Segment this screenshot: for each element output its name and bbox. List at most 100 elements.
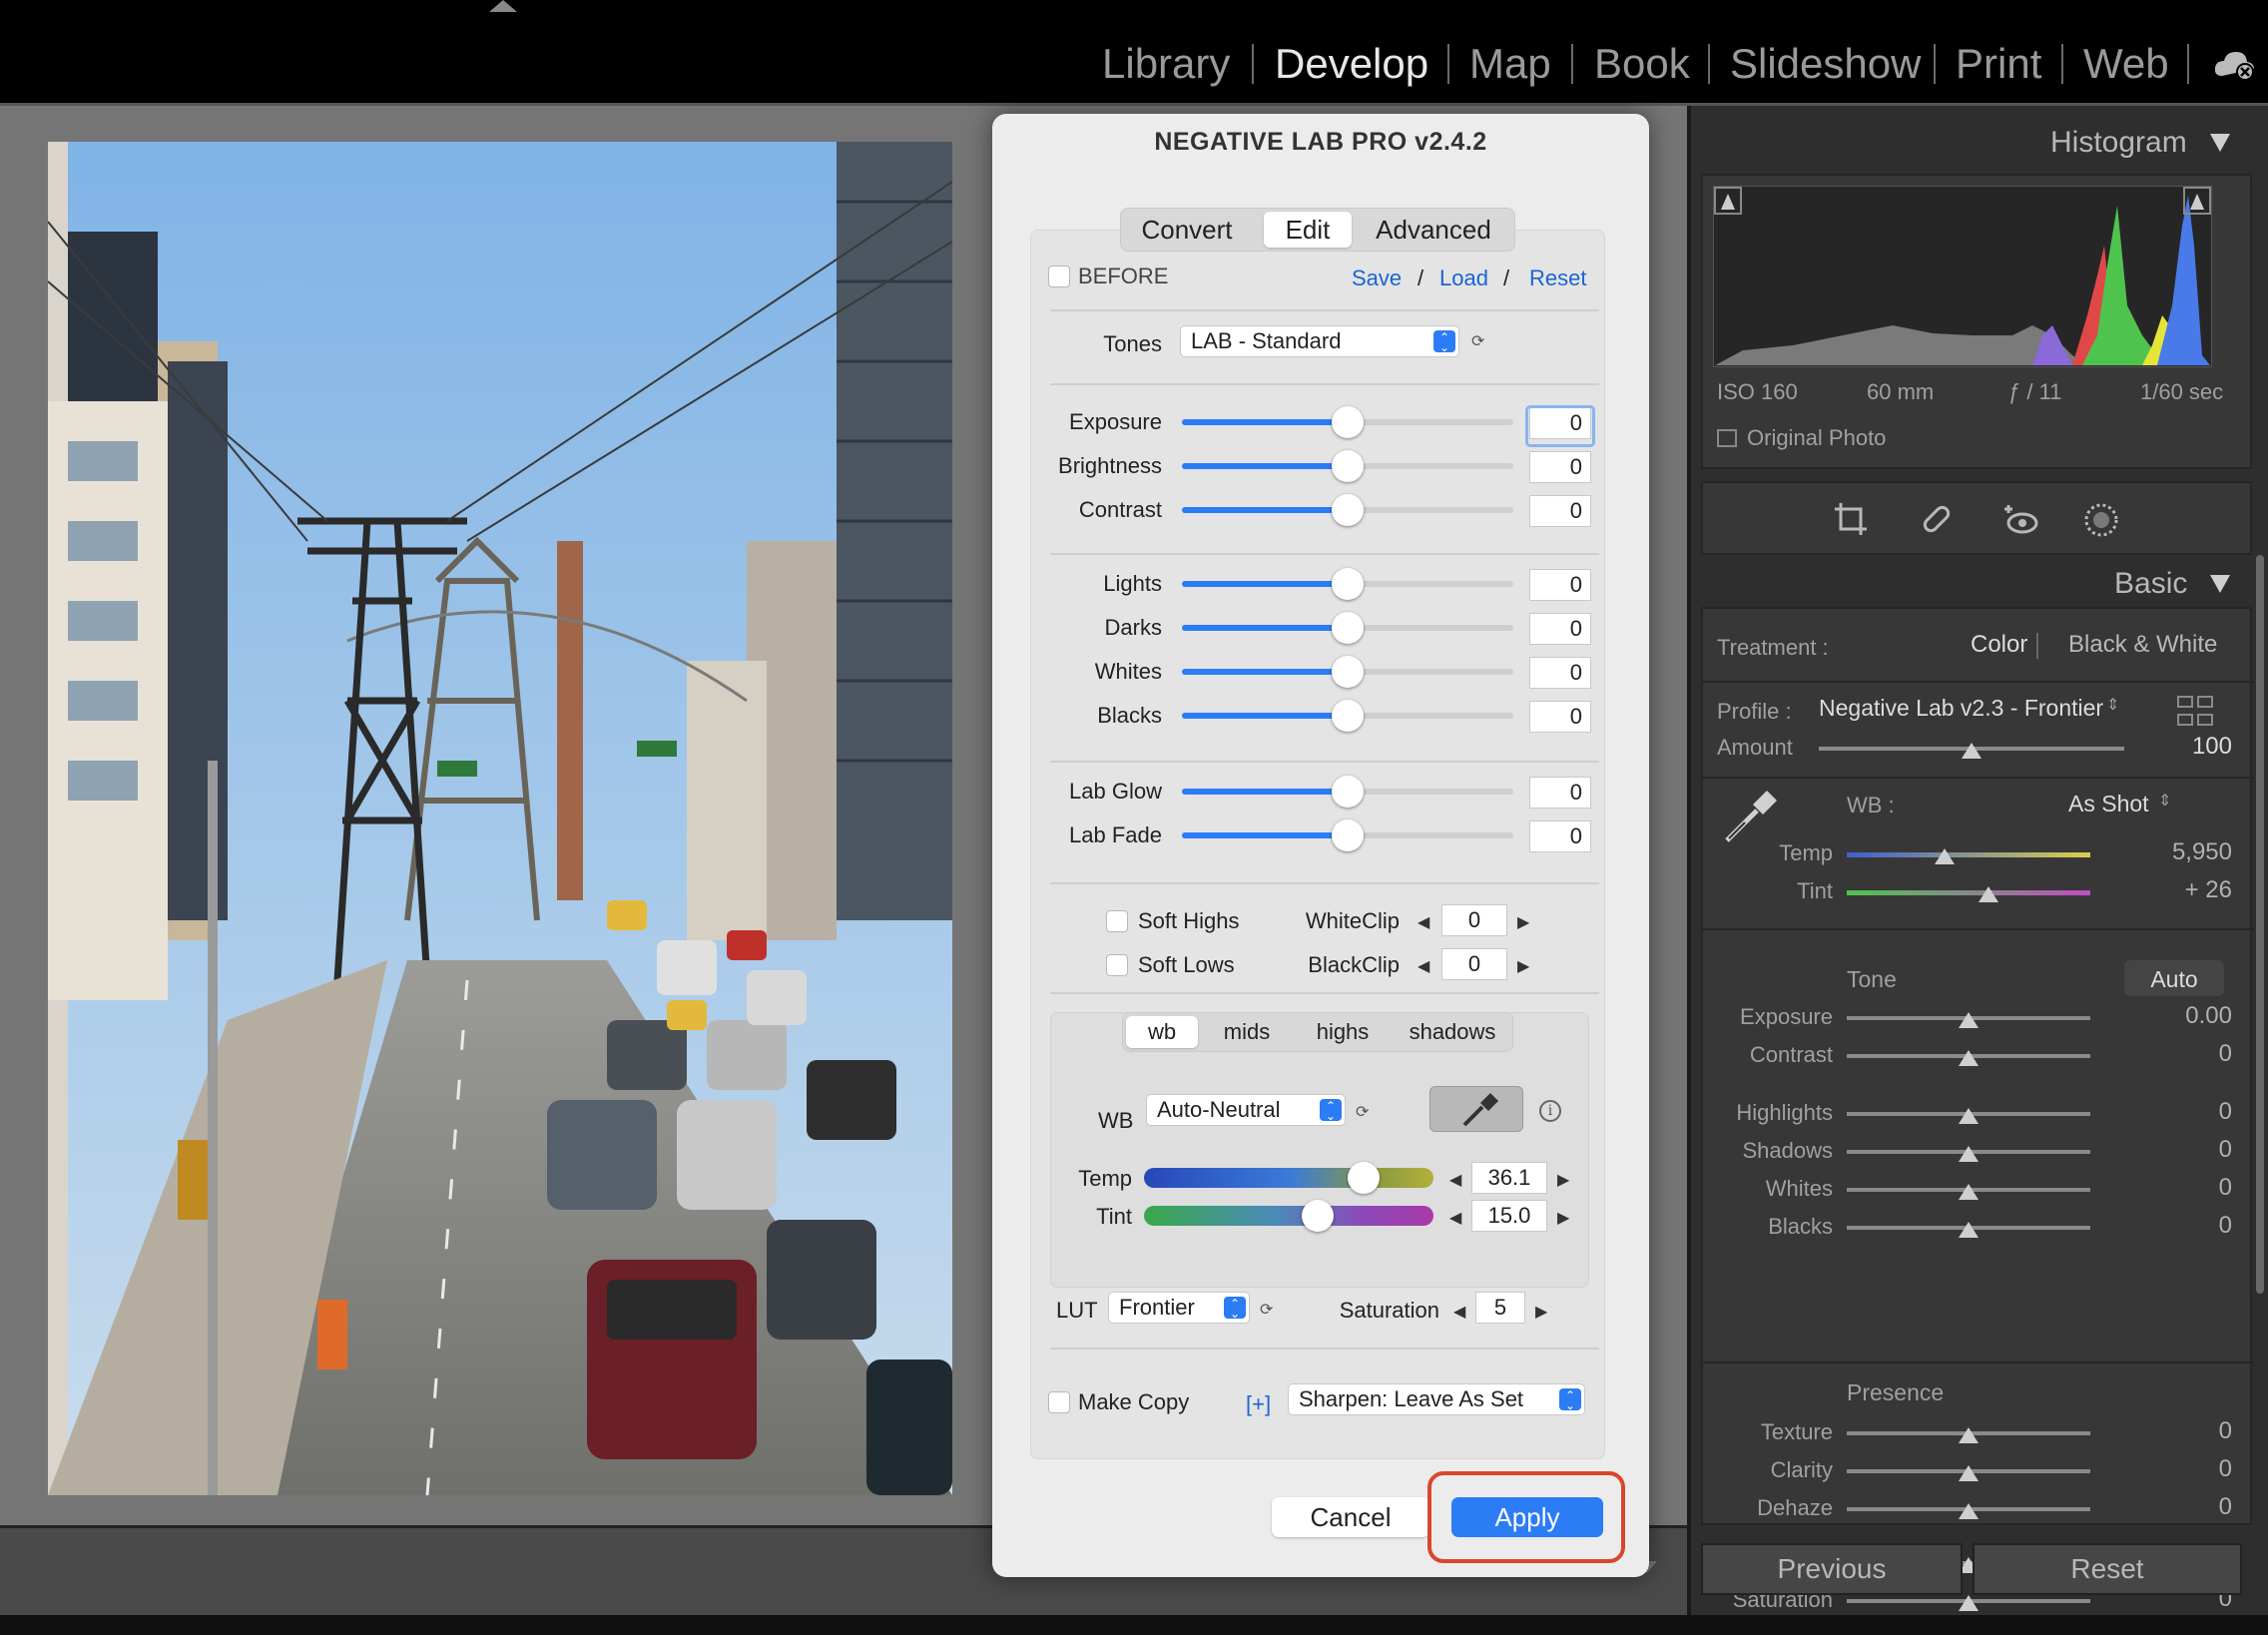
sharpen-dropdown[interactable]: Sharpen: Leave As Set ⌃ ⌄ bbox=[1288, 1383, 1585, 1415]
cloud-sync-icon[interactable] bbox=[2212, 48, 2258, 82]
basic-slider-thumb[interactable] bbox=[1959, 1050, 1979, 1066]
profile-browser-icon[interactable] bbox=[2176, 695, 2216, 731]
whiteclip-increment-icon[interactable]: ▶ bbox=[1517, 912, 1529, 932]
basic-slider-value[interactable]: 0 bbox=[2132, 1098, 2232, 1126]
basic-slider-value[interactable]: 0 bbox=[2132, 1174, 2232, 1202]
whiteclip-input[interactable]: 0 bbox=[1441, 904, 1507, 936]
crop-icon[interactable] bbox=[1833, 501, 1869, 537]
slider-knob[interactable] bbox=[1332, 700, 1364, 732]
lut-reset-icon[interactable]: ⟳ bbox=[1260, 1300, 1273, 1320]
histogram-graph[interactable] bbox=[1713, 186, 2212, 367]
tint-value[interactable]: + 26 bbox=[2132, 876, 2232, 904]
basic-slider-value[interactable]: 0 bbox=[2132, 1212, 2232, 1240]
basic-slider-thumb[interactable] bbox=[1959, 1184, 1979, 1200]
tab-mids[interactable]: mids bbox=[1202, 1016, 1292, 1048]
slider-knob[interactable] bbox=[1332, 568, 1364, 600]
basic-collapse-icon[interactable] bbox=[2210, 575, 2230, 593]
temp-decrement-icon[interactable]: ◀ bbox=[1449, 1170, 1461, 1190]
basic-slider-thumb[interactable] bbox=[1959, 1222, 1979, 1238]
temp-slider[interactable] bbox=[1144, 1168, 1433, 1188]
basic-slider-thumb[interactable] bbox=[1959, 1595, 1979, 1611]
original-photo-checkbox[interactable] bbox=[1717, 429, 1737, 447]
slider-value-input[interactable]: 0 bbox=[1529, 701, 1591, 733]
info-icon[interactable]: i bbox=[1539, 1100, 1561, 1122]
saturation-input[interactable]: 5 bbox=[1475, 1292, 1525, 1324]
whiteclip-decrement-icon[interactable]: ◀ bbox=[1418, 912, 1429, 932]
tab-highs[interactable]: highs bbox=[1296, 1016, 1390, 1048]
basic-slider-value[interactable]: 0 bbox=[2132, 1493, 2232, 1521]
slider-value-input[interactable]: 0 bbox=[1529, 777, 1591, 809]
basic-slider-thumb[interactable] bbox=[1959, 1146, 1979, 1162]
wb-stepper-icon[interactable]: ⇕ bbox=[2158, 791, 2171, 811]
histogram-collapse-icon[interactable] bbox=[2210, 134, 2230, 152]
tint-input[interactable]: 15.0 bbox=[1471, 1200, 1547, 1232]
before-checkbox[interactable] bbox=[1048, 266, 1070, 287]
wb-reset-icon[interactable]: ⟳ bbox=[1356, 1102, 1369, 1122]
tab-wb[interactable]: wb bbox=[1126, 1016, 1198, 1048]
wb-dropdown[interactable]: Auto-Neutral ⌃ ⌄ bbox=[1146, 1094, 1346, 1126]
module-slideshow[interactable]: Slideshow bbox=[1730, 38, 1921, 90]
module-library[interactable]: Library bbox=[1102, 38, 1230, 90]
load-link[interactable]: Load bbox=[1439, 266, 1488, 291]
slider-value-input[interactable]: 0 bbox=[1529, 657, 1591, 689]
module-print[interactable]: Print bbox=[1956, 38, 2041, 90]
amount-slider-thumb[interactable] bbox=[1962, 743, 1982, 759]
tab-convert[interactable]: Convert bbox=[1132, 212, 1242, 248]
tint-slider-knob[interactable] bbox=[1302, 1200, 1334, 1232]
slider-value-input[interactable]: 0 bbox=[1529, 569, 1591, 601]
temp-input[interactable]: 36.1 bbox=[1471, 1162, 1547, 1194]
wb-eyedropper-button[interactable] bbox=[1429, 1086, 1523, 1132]
slider-value-input[interactable]: 0 bbox=[1529, 820, 1591, 852]
masking-icon[interactable] bbox=[2082, 501, 2120, 539]
treatment-bw[interactable]: Black & White bbox=[2068, 631, 2217, 659]
basic-slider-value[interactable]: 0 bbox=[2132, 1455, 2232, 1483]
cancel-button[interactable]: Cancel bbox=[1272, 1497, 1429, 1537]
basic-slider-value[interactable]: 0 bbox=[2132, 1417, 2232, 1445]
slider-knob[interactable] bbox=[1332, 612, 1364, 644]
slider-knob[interactable] bbox=[1332, 494, 1364, 526]
module-map[interactable]: Map bbox=[1469, 38, 1551, 90]
tab-edit[interactable]: Edit bbox=[1264, 212, 1352, 248]
temp-increment-icon[interactable]: ▶ bbox=[1557, 1170, 1569, 1190]
red-eye-icon[interactable] bbox=[2002, 499, 2042, 539]
slider-value-input[interactable]: 0 bbox=[1529, 495, 1591, 527]
reset-link[interactable]: Reset bbox=[1529, 266, 1586, 291]
collapse-arrow-icon[interactable] bbox=[489, 0, 517, 12]
tab-shadows[interactable]: shadows bbox=[1396, 1016, 1509, 1048]
slider-value-input[interactable]: 0 bbox=[1529, 451, 1591, 483]
tab-advanced[interactable]: Advanced bbox=[1364, 212, 1503, 248]
tint-decrement-icon[interactable]: ◀ bbox=[1449, 1208, 1461, 1228]
basic-slider-value[interactable]: 0.00 bbox=[2132, 1002, 2232, 1030]
basic-slider-thumb[interactable] bbox=[1959, 1108, 1979, 1124]
module-develop[interactable]: Develop bbox=[1275, 38, 1428, 90]
basic-slider-value[interactable]: 0 bbox=[2132, 1040, 2232, 1068]
profile-value[interactable]: Negative Lab v2.3 - Frontier bbox=[1819, 695, 2103, 722]
profile-stepper-icon[interactable]: ⇕ bbox=[2106, 695, 2119, 715]
basic-header[interactable]: Basic bbox=[2114, 567, 2187, 601]
tones-dropdown[interactable]: LAB - Standard ⌃ ⌄ bbox=[1180, 325, 1459, 357]
histogram-header[interactable]: Histogram bbox=[2050, 126, 2187, 160]
basic-slider-value[interactable]: 0 bbox=[2132, 1136, 2232, 1164]
blackclip-decrement-icon[interactable]: ◀ bbox=[1418, 956, 1429, 976]
slider-value-input[interactable]: 0 bbox=[1529, 613, 1591, 645]
slider-knob[interactable] bbox=[1332, 819, 1364, 851]
tones-reset-icon[interactable]: ⟳ bbox=[1471, 331, 1484, 351]
wb-eyedropper-icon[interactable] bbox=[1721, 787, 1781, 846]
photo-preview[interactable] bbox=[48, 142, 952, 1495]
basic-slider-thumb[interactable] bbox=[1959, 1427, 1979, 1443]
make-copy-checkbox[interactable] bbox=[1048, 1391, 1070, 1413]
tint-slider[interactable] bbox=[1144, 1206, 1433, 1226]
blackclip-increment-icon[interactable]: ▶ bbox=[1517, 956, 1529, 976]
saturation-increment-icon[interactable]: ▶ bbox=[1535, 1302, 1547, 1322]
lut-dropdown[interactable]: Frontier ⌃ ⌄ bbox=[1108, 1292, 1250, 1324]
basic-slider-thumb[interactable] bbox=[1959, 1465, 1979, 1481]
soft-highs-checkbox[interactable] bbox=[1106, 910, 1128, 932]
wb-value[interactable]: As Shot bbox=[2068, 791, 2149, 818]
amount-value[interactable]: 100 bbox=[2172, 733, 2232, 761]
blackclip-input[interactable]: 0 bbox=[1441, 948, 1507, 980]
temp-slider[interactable] bbox=[1847, 852, 2090, 857]
module-web[interactable]: Web bbox=[2083, 38, 2169, 90]
treatment-color[interactable]: Color bbox=[1971, 631, 2027, 659]
add-option-link[interactable]: [+] bbox=[1246, 1391, 1271, 1417]
basic-slider-thumb[interactable] bbox=[1959, 1503, 1979, 1519]
